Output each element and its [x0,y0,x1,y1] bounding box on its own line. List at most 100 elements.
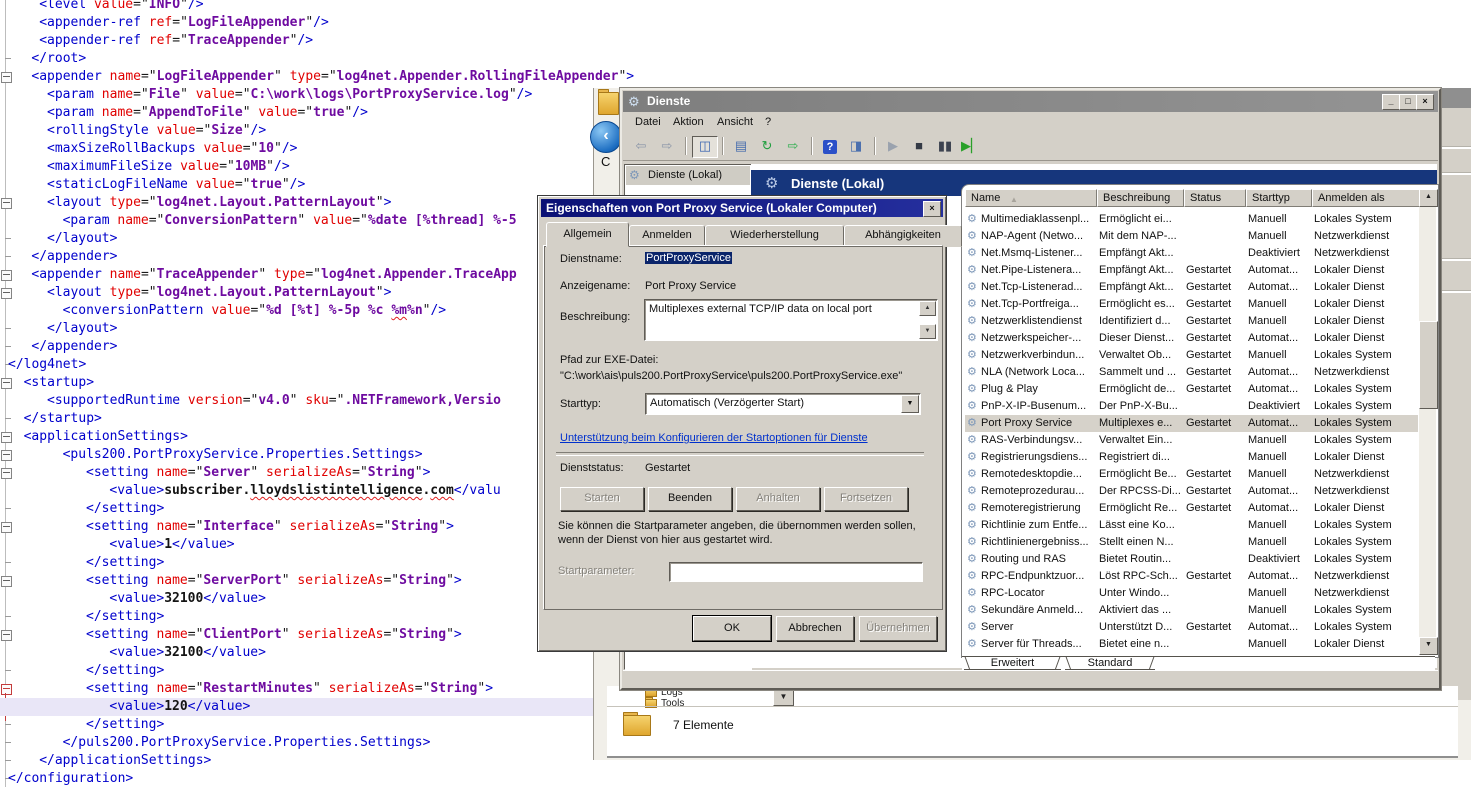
service-row[interactable]: ⚙Registrierungsdiens...Registriert di...… [965,449,1418,466]
code-line[interactable]: <applicationSettings> [0,428,188,446]
dropdown-arrow-button[interactable]: ▼ [773,688,794,706]
code-line[interactable]: </startup> [0,410,102,428]
code-line[interactable]: <setting name="ClientPort" serializeAs="… [0,626,462,644]
console-tree-icon[interactable]: ◫ [692,136,718,158]
service-row[interactable]: ⚙Netzwerkspeicher-...Dieser Dienst...Ges… [965,330,1418,347]
code-line[interactable]: <appender name="LogFileAppender" type="l… [0,68,634,86]
service-row[interactable]: ⚙Remoteprozedurau...Der RPCSS-Di...Gesta… [965,483,1418,500]
dialog-title-bar[interactable]: Eigenschaften von Port Proxy Service (Lo… [541,199,943,217]
code-line[interactable]: <param name="File" value="C:\work\logs\P… [0,86,532,104]
minimize-button[interactable]: _ [1382,94,1400,110]
startup-options-help-link[interactable]: Unterstützung beim Konfigurieren der Sta… [560,432,868,444]
code-line[interactable]: <value>32100</value> [0,590,266,608]
service-row[interactable]: ⚙Port Proxy ServiceMultiplexes e...Gesta… [965,415,1418,432]
tab-abhngigkeiten[interactable]: Abhängigkeiten [844,225,962,247]
code-line[interactable]: <appender-ref ref="TraceAppender"/> [0,32,313,50]
menu-item-?[interactable]: ? [761,115,775,129]
close-button[interactable]: × [1416,94,1434,110]
tab-anmelden[interactable]: Anmelden [629,225,705,247]
scroll-down-button[interactable]: ▼ [1419,637,1438,655]
code-line[interactable]: </puls200.PortProxyService.Properties.Se… [0,734,430,752]
menu-item-ansicht[interactable]: Ansicht [713,115,757,129]
service-row[interactable]: ⚙Server für Threads...Bietet eine n...Ma… [965,636,1418,653]
column-header-beschreibung[interactable]: Beschreibung [1097,189,1184,207]
tab-wiederherstellung[interactable]: Wiederherstellung [705,225,844,247]
code-line[interactable]: </layout> [0,230,117,248]
menu-item-aktion[interactable]: Aktion [669,115,708,129]
code-line[interactable]: <appender-ref ref="LogFileAppender"/> [0,14,329,32]
code-line[interactable]: </setting> [0,716,164,734]
chevron-down-icon[interactable]: ▼ [901,395,919,413]
code-line[interactable]: <startup> [0,374,94,392]
folder-item-label[interactable]: Tools [661,698,684,709]
refresh-icon[interactable]: ↻ [755,136,779,156]
service-row[interactable]: ⚙RAS-Verbindungsv...Verwaltet Ein...Manu… [965,432,1418,449]
service-row[interactable]: ⚙Richtlinie zum Entfe...Lässt eine Ko...… [965,517,1418,534]
column-header-anmeldenals[interactable]: Anmelden als [1312,189,1421,207]
back-icon[interactable]: ⇦ [629,136,653,156]
code-line[interactable]: <layout type="log4net.Layout.PatternLayo… [0,194,391,212]
code-line[interactable]: </log4net> [0,356,86,374]
code-line[interactable]: <staticLogFileName value="true"/> [0,176,305,194]
service-row[interactable]: ⚙NAP-Agent (Netwo...Mit dem NAP-...Manue… [965,228,1418,245]
service-row[interactable]: ⚙Net.Msmq-Listener...Empfängt Akt...Deak… [965,245,1418,262]
menu-item-datei[interactable]: Datei [631,115,665,129]
code-line[interactable]: <value>1</value> [0,536,235,554]
export-list-icon[interactable]: ⇨ [781,136,805,156]
menu-bar[interactable]: Datei Aktion Ansicht? [623,112,1438,134]
code-line[interactable]: <setting name="Interface" serializeAs="S… [0,518,454,536]
code-line[interactable]: <param name="AppendToFile" value="true"/… [0,104,368,122]
start-params-input[interactable] [669,562,923,582]
properties-icon[interactable]: ▤ [729,136,753,156]
ok-button[interactable]: OK [693,616,771,641]
code-line[interactable]: <supportedRuntime version="v4.0" sku=".N… [0,392,501,410]
service-row[interactable]: ⚙ServerUnterstützt D...GestartetAutomat.… [965,619,1418,636]
service-row[interactable]: ⚙NLA (Network Loca...Sammelt und ...Gest… [965,364,1418,381]
code-line[interactable]: <value>subscriber.lloydslistintelligence… [0,482,501,500]
scroll-down-button[interactable]: ▼ [919,324,936,339]
code-line[interactable]: <conversionPattern value="%d [%t] %-5p %… [0,302,446,320]
code-line[interactable]: <param name="ConversionPattern" value="%… [0,212,517,230]
close-icon[interactable]: × [923,201,941,217]
service-row[interactable]: ⚙Net.Tcp-Portfreiga...Ermöglicht es...Ge… [965,296,1418,313]
service-name-value[interactable]: PortProxyService [645,252,732,264]
properties-dialog[interactable]: Eigenschaften von Port Proxy Service (Lo… [537,195,947,652]
service-row[interactable]: ⚙RPC-Endpunktzuor...Löst RPC-Sch...Gesta… [965,568,1418,585]
toolbar[interactable]: ⇦⇨◫▤↻⇨?◨▶■▮▮▶▏ [623,133,1438,161]
stop-service-icon[interactable]: ■ [907,136,931,156]
code-line[interactable]: </appender> [0,248,117,266]
code-line[interactable]: </layout> [0,320,117,338]
view-tab-strip[interactable]: ErweitertStandard [962,656,1435,671]
scroll-up-button[interactable]: ▲ [919,301,936,316]
column-header-status[interactable]: Status [1184,189,1246,207]
forward-icon[interactable]: ⇨ [655,136,679,156]
list-rows[interactable]: ⚙Multimediaklassenpl...Ermöglicht ei...M… [965,211,1418,655]
start-service-icon[interactable]: ▶ [881,136,905,156]
service-row[interactable]: ⚙Netzwerkverbindun...Verwaltet Ob...Gest… [965,347,1418,364]
code-line[interactable]: </setting> [0,662,164,680]
code-line[interactable]: </setting> [0,500,164,518]
services-list[interactable]: Name▲BeschreibungStatusStarttypAnmelden … [961,184,1439,658]
service-row[interactable]: ⚙Plug & PlayErmöglicht de...GestartetAut… [965,381,1418,398]
service-row[interactable]: ⚙Net.Pipe-Listenera...Empfängt Akt...Ges… [965,262,1418,279]
extended-view-icon[interactable]: ◨ [844,136,868,156]
code-line[interactable]: <maxSizeRollBackups value="10"/> [0,140,297,158]
code-line[interactable]: <value>32100</value> [0,644,266,662]
service-row[interactable]: ⚙NetzwerklistendienstIdentifiziert d...G… [965,313,1418,330]
abbrechen-button[interactable]: Abbrechen [776,616,854,641]
maximize-button[interactable]: □ [1399,94,1417,110]
back-button[interactable]: ‹ [590,121,622,153]
view-tab-standard[interactable]: Standard [1071,657,1149,670]
code-line[interactable]: <appender name="TraceAppender" type="log… [0,266,517,284]
code-line[interactable]: </appender> [0,338,117,356]
code-line[interactable]: <setting name="Server" serializeAs="Stri… [0,464,430,482]
service-row[interactable]: ⚙Multimediaklassenpl...Ermöglicht ei...M… [965,211,1418,228]
code-line[interactable]: </configuration> [0,770,133,788]
help-icon[interactable]: ? [818,136,842,156]
code-line[interactable]: <rollingStyle value="Size"/> [0,122,266,140]
code-line[interactable]: </applicationSettings> [0,752,211,770]
scroll-up-button[interactable]: ▲ [1419,189,1438,207]
code-line[interactable]: </root> [0,50,86,68]
beenden-button[interactable]: Beenden [648,487,732,511]
code-line[interactable]: <setting name="ServerPort" serializeAs="… [0,572,462,590]
